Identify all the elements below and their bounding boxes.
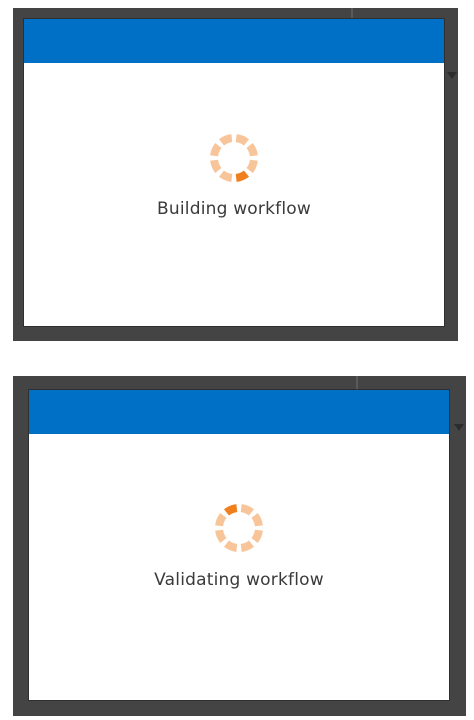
spinner-segment — [240, 504, 255, 516]
screenshot-page: Building workflow Validating workflow — [0, 0, 474, 720]
background-divider — [351, 8, 353, 18]
spinner-segment — [210, 159, 222, 174]
spinner-segment — [215, 512, 227, 527]
status-text: Validating workflow — [154, 570, 324, 590]
loading-dialog-validating: Validating workflow — [29, 390, 449, 700]
spinner-segment — [235, 134, 250, 146]
background-divider — [356, 376, 358, 390]
spinner-segment — [210, 142, 222, 157]
spinner-segment — [223, 540, 238, 552]
spinner-segment — [215, 529, 227, 544]
loading-spinner-icon — [210, 134, 258, 182]
spinner-segment — [251, 512, 263, 527]
status-text: Building workflow — [157, 199, 311, 219]
spinner-segment — [246, 142, 258, 157]
loading-dialog-building: Building workflow — [24, 19, 444, 326]
spinner-segment — [240, 540, 255, 552]
spinner-segment — [246, 159, 258, 174]
spinner-segment-active — [235, 170, 250, 182]
spinner-segment — [251, 529, 263, 544]
app-frame-top: Building workflow — [13, 8, 458, 341]
spinner-segment — [218, 134, 233, 146]
loading-spinner-icon — [215, 504, 263, 552]
app-frame-bottom: Validating workflow — [13, 376, 466, 716]
background-dropdown-arrow-icon — [447, 72, 457, 79]
dialog-header — [24, 19, 444, 63]
background-dropdown-arrow-icon — [454, 424, 464, 431]
dialog-body: Validating workflow — [29, 434, 449, 700]
dialog-header — [29, 390, 449, 434]
spinner-segment — [218, 170, 233, 182]
spinner-segment-active — [223, 504, 238, 516]
dialog-body: Building workflow — [24, 63, 444, 326]
